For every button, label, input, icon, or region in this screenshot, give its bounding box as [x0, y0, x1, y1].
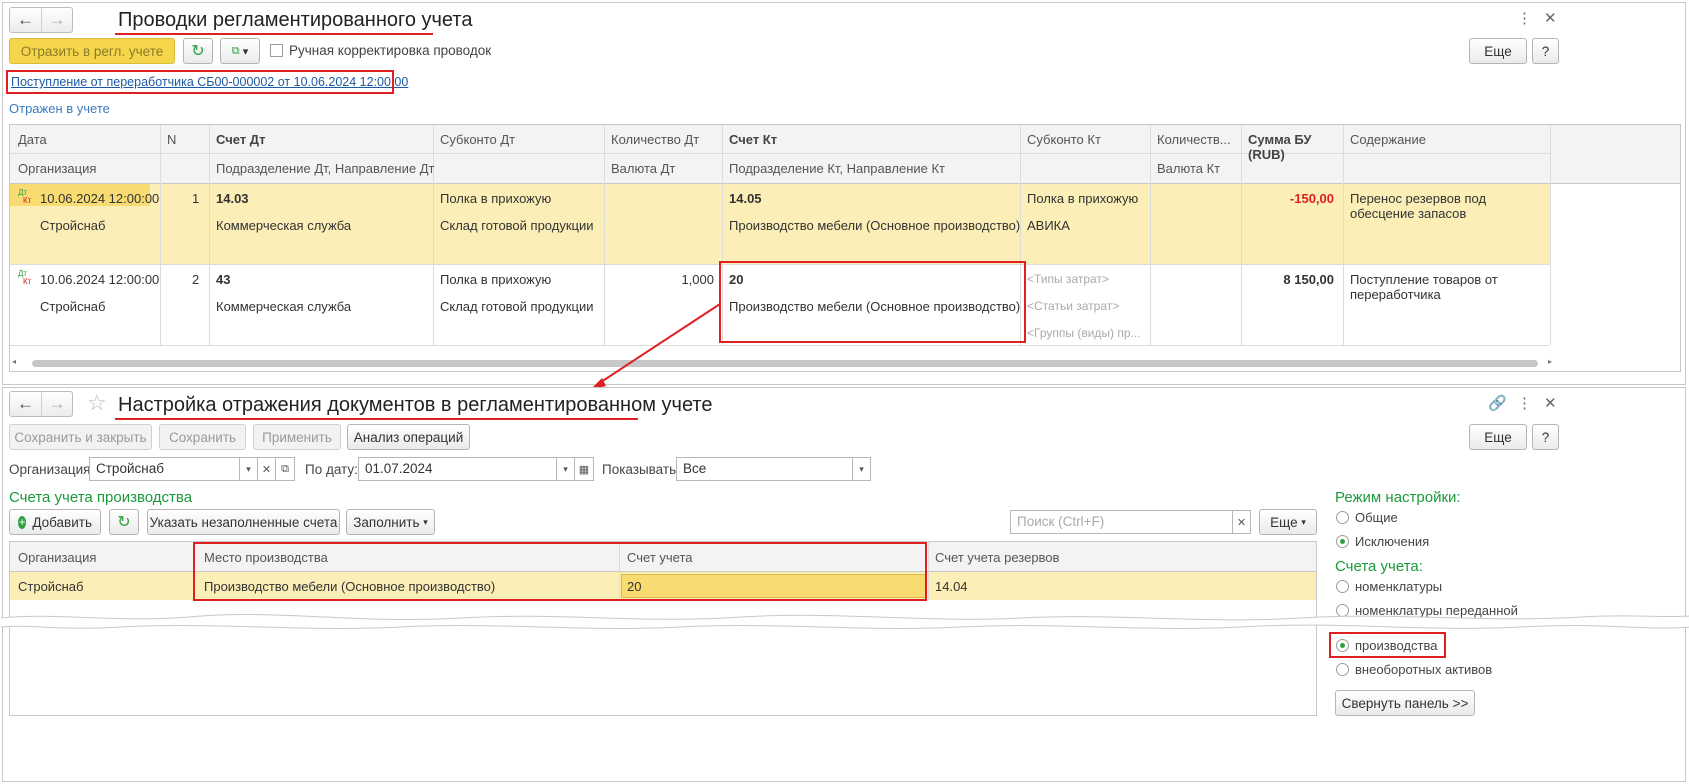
forward-icon[interactable]: →	[41, 392, 72, 416]
acc-nomen-radio[interactable]	[1336, 580, 1349, 593]
help-button[interactable]: ?	[1532, 424, 1559, 450]
refresh-button[interactable]: ↻	[109, 509, 139, 535]
specify-button[interactable]: Указать незаполненные счета	[147, 509, 340, 535]
production-highlight	[1329, 632, 1446, 658]
back-icon[interactable]: ←	[10, 392, 41, 416]
date-label: По дату:	[305, 462, 358, 477]
more2-button[interactable]: Еще ▾	[1259, 509, 1317, 535]
torn-edge	[1, 613, 1689, 629]
mode-general-label: Общие	[1355, 510, 1398, 525]
org-open[interactable]: ⧉	[275, 457, 295, 481]
org-field[interactable]: Стройснаб	[89, 457, 240, 481]
org-dropdown[interactable]: ▾	[239, 457, 258, 481]
save-button[interactable]: Сохранить	[159, 424, 246, 450]
show-dropdown[interactable]: ▾	[852, 457, 871, 481]
show-field[interactable]: Все	[676, 457, 853, 481]
settings-window: ← → ☆ Настройка отражения документов в р…	[1, 387, 1689, 782]
mode-general-radio[interactable]	[1336, 511, 1349, 524]
header-org: Организация	[18, 550, 97, 565]
title-underline	[115, 418, 638, 420]
date-field[interactable]: 01.07.2024	[358, 457, 557, 481]
close-icon[interactable]: ✕	[1544, 394, 1557, 412]
accounts-title: Счета учета:	[1335, 558, 1423, 575]
add-button[interactable]: + Добавить	[9, 509, 101, 535]
show-label: Показывать:	[602, 462, 680, 477]
org-label: Организация:	[9, 462, 95, 477]
save-close-button[interactable]: Сохранить и закрыть	[9, 424, 152, 450]
link-icon[interactable]: 🔗	[1488, 394, 1507, 412]
more-button[interactable]: Еще	[1469, 424, 1527, 450]
collapse-panel-button[interactable]: Свернуть панель >>	[1335, 690, 1475, 716]
apply-button[interactable]: Применить	[253, 424, 341, 450]
window-title: Настройка отражения документов в регламе…	[118, 394, 713, 416]
row-org: Стройснаб	[18, 579, 84, 594]
section-title: Счета учета производства	[9, 489, 193, 506]
add-icon: +	[18, 514, 27, 529]
nav-buttons: ← →	[9, 391, 73, 417]
star-icon[interactable]: ☆	[87, 390, 107, 416]
header-reserve: Счет учета резервов	[935, 550, 1060, 565]
mode-exceptions-label: Исключения	[1355, 534, 1430, 549]
search-input[interactable]: Поиск (Ctrl+F)	[1010, 510, 1233, 534]
org-clear[interactable]: ✕	[257, 457, 276, 481]
row-reserve: 14.04	[935, 579, 968, 594]
acc-fixed-label: внеоборотных активов	[1355, 662, 1493, 677]
analysis-button[interactable]: Анализ операций	[347, 424, 470, 450]
mode-title: Режим настройки:	[1335, 489, 1461, 506]
place-account-highlight	[193, 542, 927, 601]
search-clear[interactable]: ✕	[1232, 510, 1251, 534]
date-dropdown[interactable]: ▾	[556, 457, 575, 481]
mode-exceptions-radio[interactable]	[1336, 535, 1349, 548]
acc-fixed-radio[interactable]	[1336, 663, 1349, 676]
calendar-icon[interactable]: ▦	[574, 457, 594, 481]
more-vertical-icon[interactable]: ⋮	[1517, 394, 1532, 412]
fill-button[interactable]: Заполнить ▾	[346, 509, 435, 535]
acc-nomen-label: номенклатуры	[1355, 579, 1443, 594]
